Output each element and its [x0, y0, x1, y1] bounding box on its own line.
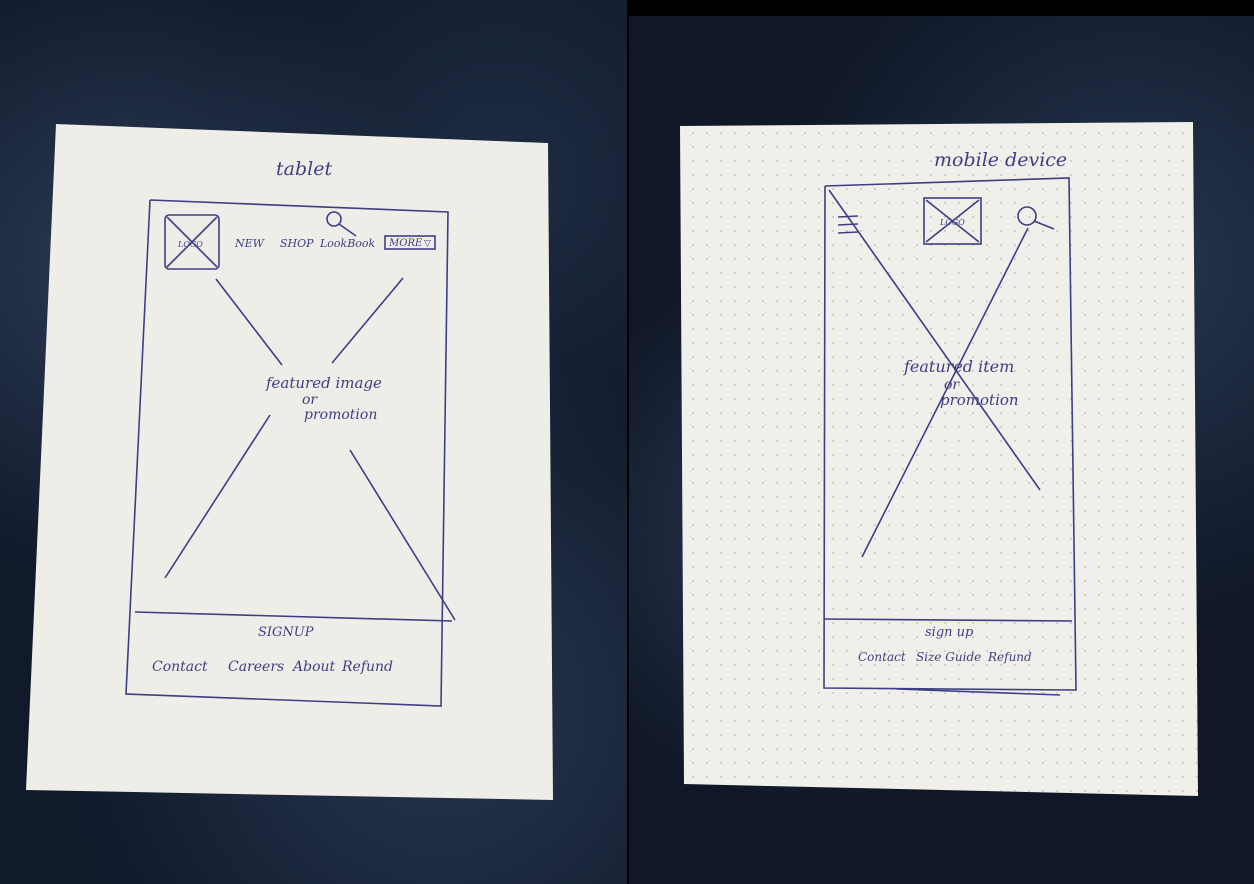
mobile-footer-contact[interactable]: Contact: [858, 650, 906, 664]
tablet-logo-label: LOGO: [177, 240, 203, 249]
tablet-more-chevron-icon: ▽: [424, 239, 431, 249]
mobile-paper-dots: [680, 122, 1198, 796]
tablet-hero-line3: promotion: [304, 407, 377, 423]
tablet-footer-careers[interactable]: Careers: [228, 659, 284, 675]
mobile-footer-refund[interactable]: Refund: [987, 650, 1032, 664]
tablet-nav-more[interactable]: MORE: [388, 238, 423, 249]
mobile-footer-size-guide[interactable]: Size Guide: [916, 650, 981, 664]
tablet-footer-signup[interactable]: SIGNUP: [258, 625, 314, 640]
tablet-nav-shop[interactable]: SHOP: [280, 237, 314, 250]
tablet-paper-sheet: [26, 124, 553, 800]
tablet-footer-refund[interactable]: Refund: [341, 659, 393, 675]
mobile-footer-signup[interactable]: sign up: [925, 625, 974, 640]
tablet-footer-about[interactable]: About: [291, 659, 336, 675]
tablet-nav-lookbook[interactable]: LookBook: [319, 237, 376, 250]
tablet-title: tablet: [276, 158, 332, 180]
mobile-logo-label: LOGO: [939, 218, 965, 227]
sketches-canvas: tablet LOGO NEW SHOP LookBook MORE ▽ fea…: [26, 122, 1198, 800]
tablet-sketch: tablet LOGO NEW SHOP LookBook MORE ▽ fea…: [26, 124, 553, 800]
mobile-hero-line3: promotion: [940, 391, 1019, 409]
tablet-hero-line2: or: [302, 392, 318, 408]
tablet-nav-new[interactable]: NEW: [234, 237, 266, 250]
tablet-footer-contact[interactable]: Contact: [152, 659, 208, 675]
mobile-sketch: mobile device LOGO featured item or prom…: [680, 122, 1198, 796]
mobile-title: mobile device: [934, 149, 1067, 171]
tablet-hero-line1: featured image: [265, 374, 382, 392]
mobile-hero-line1: featured item: [903, 357, 1014, 376]
